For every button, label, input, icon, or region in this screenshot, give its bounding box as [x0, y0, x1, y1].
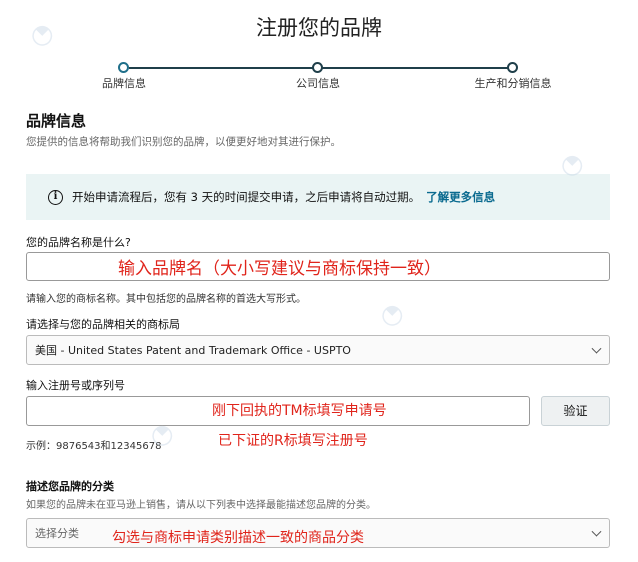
annotation-application-number: 刚下回执的TM标填写申请号 [212, 403, 387, 419]
section-heading: 品牌信息 [26, 112, 87, 130]
annotation-registration-number: 已下证的R标填写注册号 [218, 433, 368, 449]
trademark-office-label: 请选择与您的品牌相关的商标局 [26, 318, 180, 331]
category-label: 描述您品牌的分类 [26, 480, 114, 493]
step-1-dot [118, 62, 129, 73]
category-placeholder: 选择分类 [35, 527, 79, 540]
brand-name-label: 您的品牌名称是什么? [26, 236, 131, 249]
annotation-brand-name: 输入品牌名（大小写建议与商标保持一致） [118, 259, 441, 279]
registration-number-label: 输入注册号或序列号 [26, 379, 125, 392]
chevron-down-icon [591, 343, 602, 354]
info-alert: i 开始申请流程后，您有 3 天的时间提交申请，之后申请将自动过期。 了解更多信… [26, 174, 610, 220]
brand-name-helper: 请输入您的商标名称。其中包括您的品牌名称的首选大写形式。 [26, 294, 306, 305]
watermark: ◔ [372, 296, 410, 334]
section-description: 您提供的信息将帮助我们识别您的品牌，以便更好地对其进行保护。 [26, 136, 341, 148]
chevron-down-icon [591, 526, 602, 537]
learn-more-link[interactable]: 了解更多信息 [426, 189, 495, 205]
alert-text: 开始申请流程后，您有 3 天的时间提交申请，之后申请将自动过期。 [72, 190, 421, 204]
step-label-production-info: 生产和分销信息 [474, 77, 552, 90]
step-3-dot [507, 62, 518, 73]
trademark-office-select[interactable]: 美国 - United States Patent and Trademark … [26, 335, 610, 365]
step-2-dot [312, 62, 323, 73]
step-label-company-info: 公司信息 [296, 77, 340, 90]
info-icon: i [48, 189, 63, 205]
registration-example: 示例：9876543和12345678 [26, 441, 162, 452]
step-label-brand-info: 品牌信息 [102, 77, 146, 90]
progress-stepper: 品牌信息 公司信息 生产和分销信息 [0, 62, 638, 92]
category-description: 如果您的品牌未在亚马逊上销售，请从以下列表中选择最能描述您品牌的分类。 [26, 500, 376, 511]
trademark-office-value: 美国 - United States Patent and Trademark … [35, 344, 351, 357]
page-title: 注册您的品牌 [256, 16, 382, 40]
annotation-category: 勾选与商标申请类别描述一致的商品分类 [112, 530, 364, 546]
verify-button[interactable]: 验证 [541, 396, 610, 426]
